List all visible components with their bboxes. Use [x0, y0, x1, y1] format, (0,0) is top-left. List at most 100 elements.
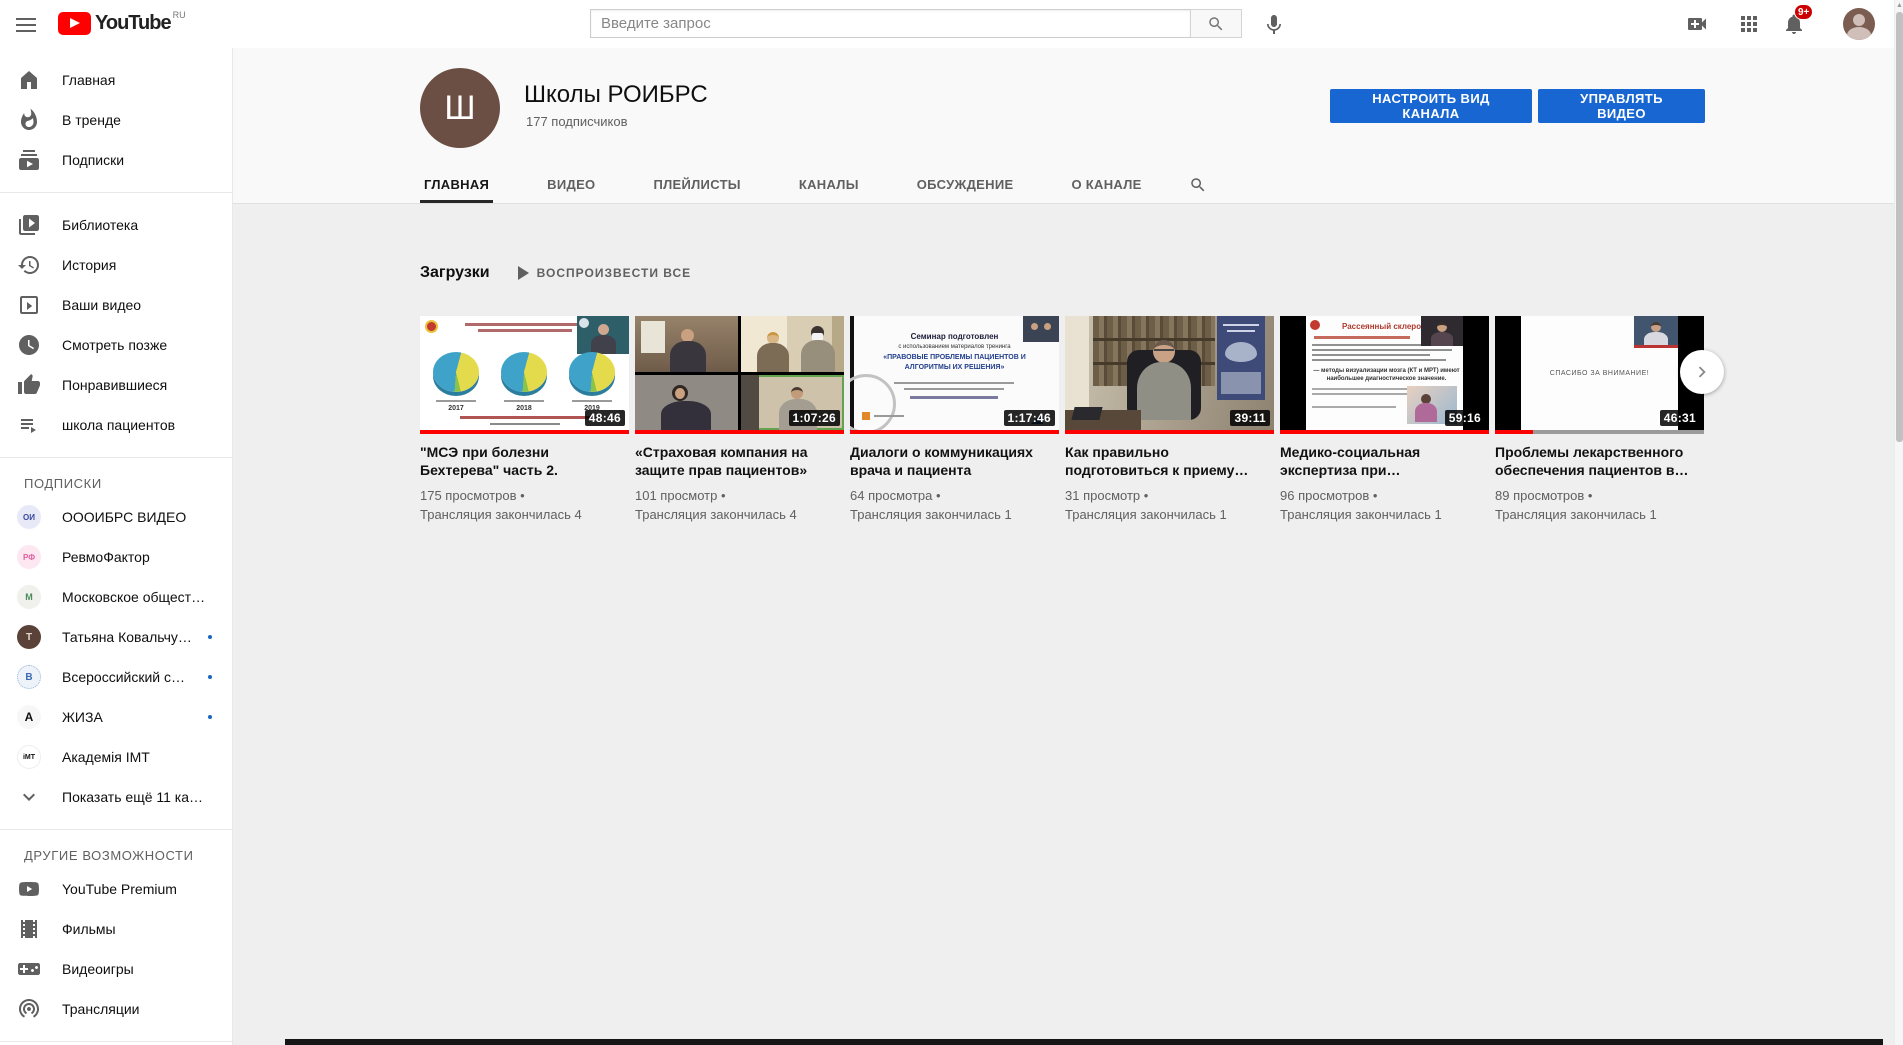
- hamburger-menu-icon[interactable]: [14, 14, 38, 34]
- video-thumbnail[interactable]: 2017 2018 2019 48:46: [420, 316, 629, 434]
- gaming-icon: [17, 957, 41, 981]
- video-card[interactable]: Семинар подготовлен с использованием мат…: [850, 316, 1059, 524]
- play-icon: [518, 266, 529, 280]
- sidebar-item-live[interactable]: Трансляции: [0, 989, 232, 1029]
- create-video-button[interactable]: [1685, 12, 1709, 41]
- sidebar: Главная В тренде Подписки Библиотека Ист…: [0, 48, 233, 1045]
- chevron-right-icon: [1691, 361, 1713, 383]
- notifications-badge: 9+: [1794, 4, 1813, 20]
- sidebar-item-your-videos[interactable]: Ваши видео: [0, 285, 232, 325]
- video-title[interactable]: Диалоги о коммуникациях врача и пациента: [850, 443, 1059, 479]
- video-duration: 46:31: [1660, 410, 1700, 426]
- sidebar-subscription-channel[interactable]: Т Татьяна Ковальчу…: [0, 617, 232, 657]
- sidebar-subscription-channel[interactable]: М Московское общест…: [0, 577, 232, 617]
- youtube-play-icon: [58, 12, 91, 35]
- scrollbar-thumb[interactable]: [1896, 12, 1903, 442]
- sidebar-item-gaming[interactable]: Видеоигры: [0, 949, 232, 989]
- webcam-inset: [1421, 316, 1463, 346]
- video-card[interactable]: СПАСИБО ЗА ВНИМАНИЕ! 46:31 Проблемы лека…: [1495, 316, 1704, 524]
- channel-avatar: Т: [17, 625, 41, 649]
- carousel-next-button[interactable]: [1680, 350, 1724, 394]
- apps-button[interactable]: [1737, 12, 1761, 41]
- channel-avatar-large[interactable]: Ш: [420, 68, 500, 148]
- video-meta: Трансляция закончилась 1: [1495, 505, 1704, 524]
- manage-videos-button[interactable]: УПРАВЛЯТЬ ВИДЕО: [1538, 89, 1705, 123]
- sidebar-item-playlist-school[interactable]: школа пациентов: [0, 405, 232, 445]
- page-scrollbar[interactable]: ▲: [1894, 0, 1903, 1045]
- playlist-icon: [17, 413, 41, 437]
- tab-videos[interactable]: ВИДЕО: [518, 167, 624, 203]
- thumbs-up-icon: [17, 373, 41, 397]
- watch-progress: [420, 430, 629, 434]
- sidebar-item-home[interactable]: Главная: [0, 60, 232, 100]
- home-icon: [17, 68, 41, 92]
- video-card[interactable]: 39:11 Как правильно подготовиться к прие…: [1065, 316, 1274, 524]
- your-videos-icon: [17, 293, 41, 317]
- channel-search-button[interactable]: [1171, 167, 1225, 203]
- tab-home[interactable]: ГЛАВНАЯ: [395, 167, 518, 203]
- video-thumbnail[interactable]: Рассеянный склероз — методы визуализации…: [1280, 316, 1489, 434]
- video-title[interactable]: Проблемы лекарственного обеспечения паци…: [1495, 443, 1704, 479]
- tab-playlists[interactable]: ПЛЕЙЛИСТЫ: [624, 167, 769, 203]
- scrollbar-up-arrow[interactable]: ▲: [1896, 2, 1903, 9]
- video-duration: 1:17:46: [1004, 410, 1055, 426]
- search-button[interactable]: [1190, 9, 1242, 38]
- sidebar-show-more[interactable]: Показать ещё 11 ка…: [0, 777, 232, 817]
- tab-about[interactable]: О КАНАЛЕ: [1042, 167, 1170, 203]
- customize-channel-button[interactable]: НАСТРОИТЬ ВИД КАНАЛА: [1330, 89, 1532, 123]
- video-meta: Трансляция закончилась 1: [1280, 505, 1489, 524]
- sidebar-subscription-channel[interactable]: РФ РевмоФактор: [0, 537, 232, 577]
- play-all-button[interactable]: ВОСПРОИЗВЕСТИ ВСЕ: [518, 266, 692, 280]
- sidebar-item-label: ЖИЗА: [62, 709, 208, 725]
- channel-avatar: А: [17, 705, 41, 729]
- sidebar-item-label: РевмоФактор: [62, 549, 220, 565]
- sidebar-subscription-channel[interactable]: А ЖИЗА: [0, 697, 232, 737]
- movies-icon: [17, 917, 41, 941]
- video-thumbnail[interactable]: 39:11: [1065, 316, 1274, 434]
- video-card[interactable]: 1:07:26 «Страховая компания на защите пр…: [635, 316, 844, 524]
- video-title[interactable]: Как правильно подготовиться к приему…: [1065, 443, 1274, 479]
- sidebar-item-liked-videos[interactable]: Понравившиеся: [0, 365, 232, 405]
- video-thumbnail[interactable]: 1:07:26: [635, 316, 844, 434]
- tab-discussion[interactable]: ОБСУЖДЕНИЕ: [888, 167, 1043, 203]
- new-content-dot: [208, 675, 212, 679]
- video-thumbnail[interactable]: СПАСИБО ЗА ВНИМАНИЕ! 46:31: [1495, 316, 1704, 434]
- sidebar-item-movies[interactable]: Фильмы: [0, 909, 232, 949]
- search-icon: [1189, 176, 1207, 194]
- video-card[interactable]: 2017 2018 2019 48:46 "МСЭ при болезни Бе…: [420, 316, 629, 524]
- sidebar-item-premium[interactable]: YouTube Premium: [0, 869, 232, 909]
- video-title[interactable]: "МСЭ при болезни Бехтерева" часть 2.: [420, 443, 629, 479]
- sidebar-item-label: Понравившиеся: [62, 377, 220, 393]
- history-icon: [17, 253, 41, 277]
- library-icon: [17, 213, 41, 237]
- channel-tabs: ГЛАВНАЯ ВИДЕО ПЛЕЙЛИСТЫ КАНАЛЫ ОБСУЖДЕНИ…: [395, 167, 1225, 203]
- youtube-channel-page: { "header": { "brand": "YouTube", "regio…: [0, 0, 1903, 1045]
- video-card[interactable]: Рассеянный склероз — методы визуализации…: [1280, 316, 1489, 524]
- sidebar-subscription-channel[interactable]: ОИ ОООИБРС ВИДЕО: [0, 497, 232, 537]
- sidebar-item-subscriptions[interactable]: Подписки: [0, 140, 232, 180]
- sidebar-item-label: Всероссийский с…: [62, 669, 208, 685]
- sidebar-subscription-channel[interactable]: В Всероссийский с…: [0, 657, 232, 697]
- tab-channels[interactable]: КАНАЛЫ: [770, 167, 888, 203]
- sidebar-divider: [0, 1041, 232, 1042]
- sidebar-item-history[interactable]: История: [0, 245, 232, 285]
- sidebar-item-trending[interactable]: В тренде: [0, 100, 232, 140]
- video-thumbnail[interactable]: Семинар подготовлен с использованием мат…: [850, 316, 1059, 434]
- sidebar-item-watch-later[interactable]: Смотреть позже: [0, 325, 232, 365]
- video-views: 64 просмотра •: [850, 486, 1059, 505]
- video-title[interactable]: «Страховая компания на защите прав пацие…: [635, 443, 844, 479]
- notifications-button[interactable]: 9+: [1782, 12, 1806, 41]
- youtube-logo[interactable]: YouTube RU: [58, 12, 186, 35]
- channel-avatar: iMT: [17, 745, 41, 769]
- mic-icon[interactable]: [1262, 13, 1286, 37]
- uploads-section-title: Загрузки: [420, 264, 490, 282]
- new-content-dot: [208, 715, 212, 719]
- sidebar-subscription-channel[interactable]: iMT Академія IMT: [0, 737, 232, 777]
- search-input[interactable]: [590, 9, 1190, 38]
- account-avatar[interactable]: [1843, 8, 1875, 40]
- bottom-bar: [285, 1039, 1883, 1045]
- video-views: 175 просмотров •: [420, 486, 629, 505]
- video-title[interactable]: Медико-социальная экспертиза при…: [1280, 443, 1489, 479]
- webcam-inset: [1634, 316, 1678, 348]
- sidebar-item-library[interactable]: Библиотека: [0, 205, 232, 245]
